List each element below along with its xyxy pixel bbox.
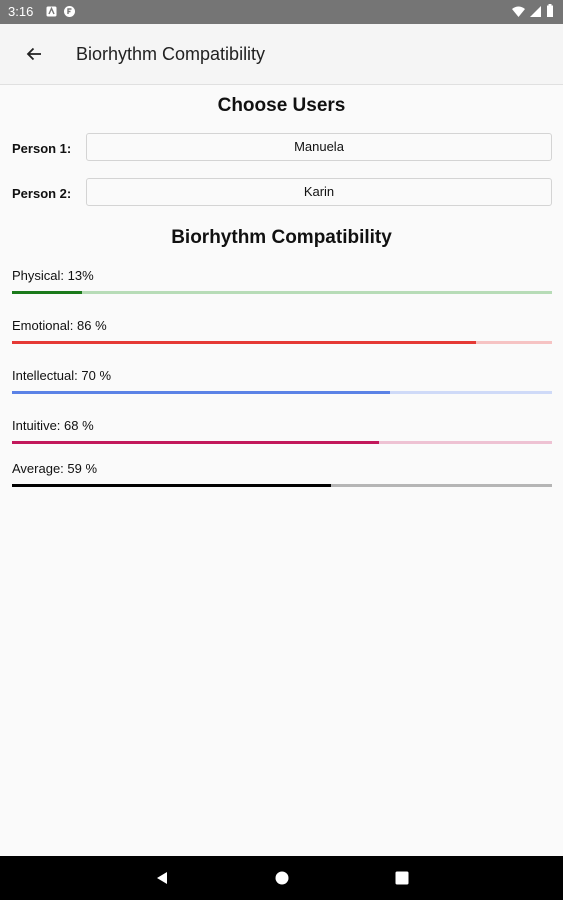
average-label: Average: 59 % <box>12 461 98 476</box>
arrow-back-icon <box>24 44 44 69</box>
physical-progress-fill <box>12 291 83 294</box>
physical-progress-bar <box>12 291 552 294</box>
person2-selector[interactable]: Karin <box>86 178 552 206</box>
back-button[interactable] <box>16 36 52 72</box>
battery-icon <box>547 4 553 17</box>
nav-back-icon[interactable] <box>155 871 169 890</box>
status-time: 3:16 <box>8 4 34 19</box>
average-progress-fill <box>12 484 331 487</box>
navigation-bar <box>0 856 563 900</box>
status-bar: 3:16 <box>0 0 563 24</box>
signal-icon <box>530 5 541 17</box>
app-bar: Biorhythm Compatibility <box>0 24 563 85</box>
notification-a-icon <box>46 5 57 17</box>
physical-label: Physical: 13% <box>12 268 94 283</box>
notification-b-icon <box>64 5 75 17</box>
choose-users-heading: Choose Users <box>217 95 346 116</box>
nav-home-icon[interactable] <box>275 871 289 890</box>
person1-label: Person 1: <box>12 141 72 156</box>
intellectual-progress-fill <box>12 391 390 394</box>
person1-selector[interactable]: Manuela <box>86 133 552 161</box>
intuitive-progress-fill <box>12 441 380 444</box>
intuitive-progress-bar <box>12 441 552 444</box>
emotional-progress-fill <box>12 341 477 344</box>
average-progress-bar <box>12 484 552 487</box>
intuitive-label: Intuitive: 68 % <box>12 418 94 433</box>
app-bar-title: Biorhythm Compatibility <box>76 44 266 64</box>
compatibility-heading: Biorhythm Compatibility <box>171 227 392 248</box>
person2-label: Person 2: <box>12 186 72 201</box>
emotional-progress-bar <box>12 341 552 344</box>
intellectual-progress-bar <box>12 391 552 394</box>
nav-recents-icon[interactable] <box>395 871 409 890</box>
emotional-label: Emotional: 86 % <box>12 318 107 333</box>
intellectual-label: Intellectual: 70 % <box>12 368 112 383</box>
wifi-icon <box>512 5 525 17</box>
